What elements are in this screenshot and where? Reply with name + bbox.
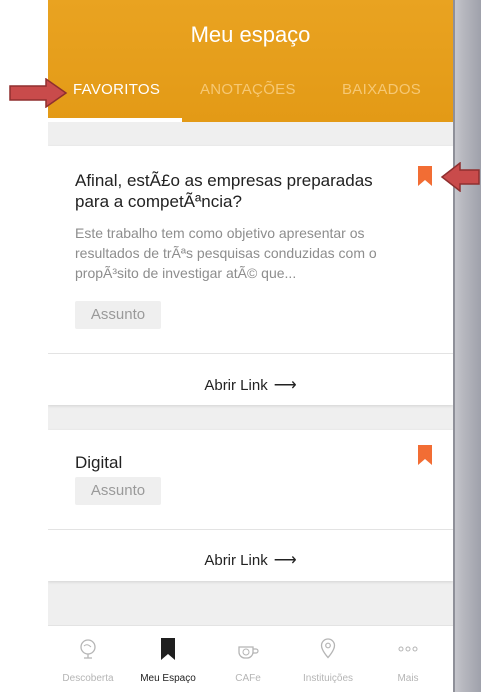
arrow-right-icon: ⟶ <box>273 552 297 569</box>
arrow-right-icon: ⟶ <box>273 377 297 394</box>
cafe-icon <box>238 646 259 659</box>
bookmark-icon[interactable] <box>418 445 432 465</box>
bookmark-icon[interactable] <box>418 166 432 186</box>
bookmark-icon <box>161 638 175 660</box>
subject-tag: Assunto <box>75 301 161 329</box>
nav-label: Instituições <box>302 673 354 684</box>
subject-tag: Assunto <box>75 477 161 505</box>
active-tab-indicator <box>48 118 182 122</box>
open-link-button[interactable]: Abrir Link ⟶ <box>48 550 453 570</box>
device-edge <box>453 0 481 692</box>
page-title: Meu espaço <box>190 22 311 47</box>
favorite-card[interactable]: Afinal, estÃ£o as empresas preparadas pa… <box>48 146 453 405</box>
more-dots-icon <box>398 646 418 652</box>
globe-icon <box>80 639 96 659</box>
app-screen: Meu espaço FAVORITOS ANOTAÇÕES BAIXADOS … <box>48 0 453 692</box>
nav-meu-espaco[interactable]: Meu Espaço <box>128 626 208 692</box>
card-title[interactable]: Digital <box>75 452 122 473</box>
open-link-label: Abrir Link <box>204 377 268 394</box>
app-header: Meu espaço FAVORITOS ANOTAÇÕES BAIXADOS <box>48 0 453 122</box>
nav-label: CAFe <box>235 673 261 684</box>
nav-mais[interactable]: Mais <box>368 626 448 692</box>
bottom-navigation: Descoberta Meu Espaço CAFe Instituições <box>48 625 453 692</box>
nav-label: Descoberta <box>62 673 114 684</box>
nav-instituicoes[interactable]: Instituições <box>288 626 368 692</box>
nav-label: Meu Espaço <box>140 673 196 684</box>
open-link-button[interactable]: Abrir Link ⟶ <box>48 375 453 395</box>
tab-favoritos[interactable]: FAVORITOS <box>73 80 160 122</box>
annotation-arrow-right-icon <box>9 78 68 108</box>
favorite-card[interactable]: Digital Assunto Abrir Link ⟶ <box>48 430 453 581</box>
tab-bar: FAVORITOS ANOTAÇÕES BAIXADOS <box>48 80 453 122</box>
nav-cafe[interactable]: CAFe <box>208 626 288 692</box>
annotation-arrow-left-icon <box>440 162 480 192</box>
open-link-label: Abrir Link <box>204 552 268 569</box>
tab-anotacoes[interactable]: ANOTAÇÕES <box>200 80 296 122</box>
card-title[interactable]: Afinal, estÃ£o as empresas preparadas pa… <box>75 170 405 212</box>
card-description: Este trabalho tem como objetivo apresent… <box>75 225 377 281</box>
card-divider <box>48 353 453 354</box>
nav-descoberta[interactable]: Descoberta <box>48 626 128 692</box>
tab-baixados[interactable]: BAIXADOS <box>342 80 421 122</box>
nav-label: Mais <box>397 673 419 684</box>
location-pin-icon <box>320 638 336 659</box>
card-divider <box>48 529 453 530</box>
